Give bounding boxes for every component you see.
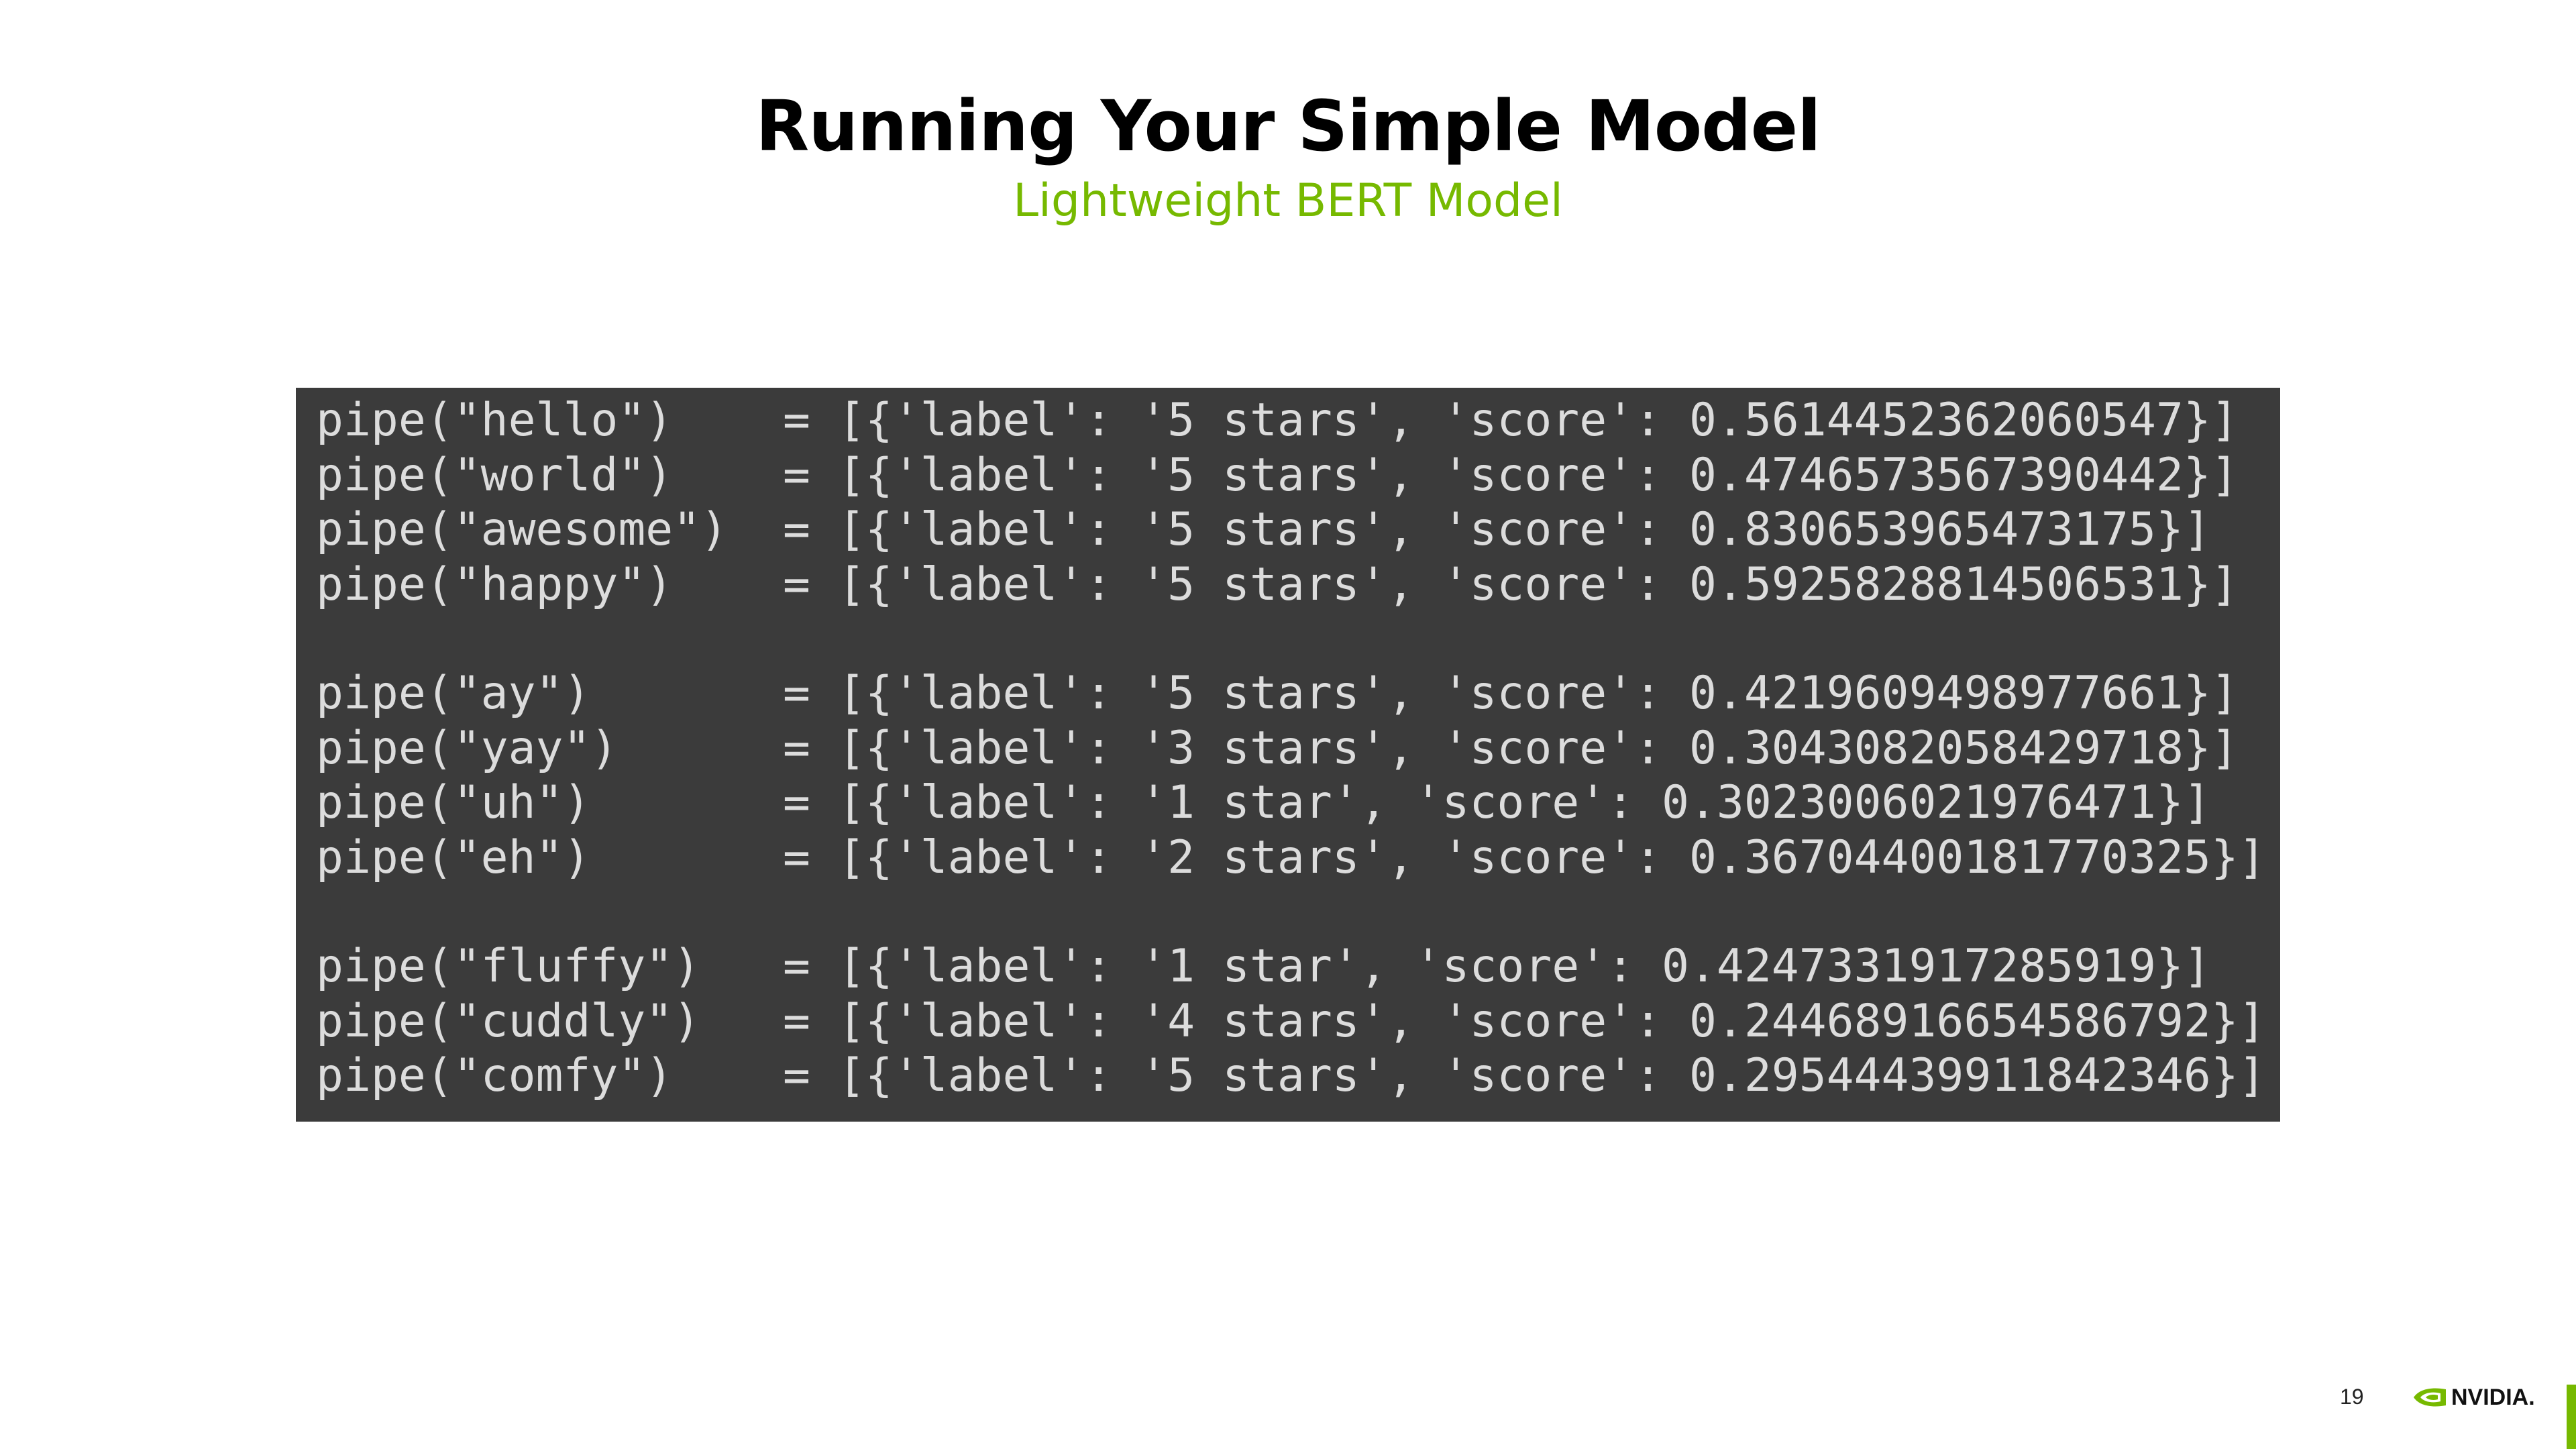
code-line: pipe("uh") = [{'label': '1 star', 'score… [316,776,2211,829]
accent-bar [2567,1385,2576,1449]
slide-title: Running Your Simple Model [755,85,1821,167]
code-line: pipe("yay") = [{'label': '3 stars', 'sco… [316,721,2239,775]
code-line: pipe("world") = [{'label': '5 stars', 's… [316,448,2239,502]
code-group-positive: pipe("hello") = [{'label': '5 stars', 's… [316,393,2280,612]
page-number: 19 [2340,1385,2364,1409]
code-line: pipe("eh") = [{'label': '2 stars', 'scor… [316,830,2266,884]
code-group-soft-words: pipe("fluffy") = [{'label': '1 star', 's… [316,939,2280,1104]
code-output-panel: pipe("hello") = [{'label': '5 stars', 's… [296,388,2280,1122]
code-line: pipe("awesome") = [{'label': '5 stars', … [316,503,2211,556]
nvidia-eye-logo-icon [2414,1388,2446,1407]
code-group-short-words: pipe("ay") = [{'label': '5 stars', 'scor… [316,666,2280,885]
code-line: pipe("hello") = [{'label': '5 stars', 's… [316,394,2239,447]
code-line: pipe("cuddly") = [{'label': '4 stars', '… [316,994,2266,1048]
code-line: pipe("comfy") = [{'label': '5 stars', 's… [316,1049,2266,1102]
slide-subtitle: Lightweight BERT Model [1013,174,1563,227]
nvidia-logo-text: NVIDIA. [2451,1384,2535,1410]
nvidia-logo: NVIDIA. [2412,1381,2535,1414]
code-line: pipe("ay") = [{'label': '5 stars', 'scor… [316,667,2239,720]
code-line: pipe("fluffy") = [{'label': '1 star', 's… [316,940,2211,993]
code-line: pipe("happy") = [{'label': '5 stars', 's… [316,557,2239,611]
